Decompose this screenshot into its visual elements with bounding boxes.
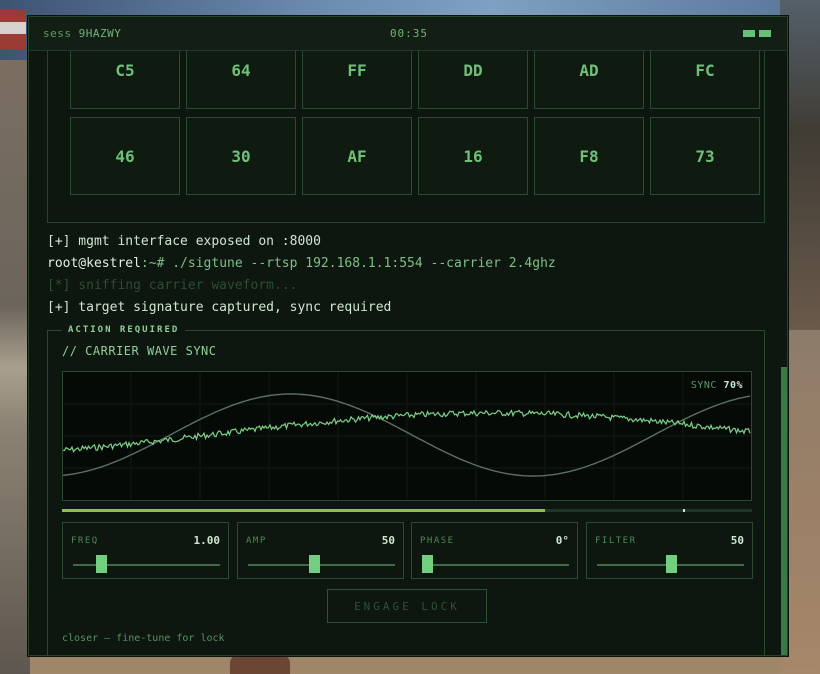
- terminal-window: sess 9HAZWY 00:35 C5 64 FF DD AD FC 46 30 AF 16 F8…: [28, 16, 788, 656]
- window-controls: [743, 30, 771, 37]
- control-label: PHASE: [420, 536, 455, 546]
- slider-thumb[interactable]: [666, 555, 677, 573]
- engage-lock-button[interactable]: ENGAGE LOCK: [327, 589, 487, 623]
- waveform-graph: [63, 372, 751, 500]
- shell-prompt: root@kestrel: [47, 256, 141, 271]
- control-value: 1.00: [193, 534, 221, 547]
- hex-cell[interactable]: 16: [418, 117, 528, 195]
- minimize-button[interactable]: [743, 30, 755, 37]
- hex-cell[interactable]: AF: [302, 117, 412, 195]
- slider-track[interactable]: [248, 564, 395, 566]
- control-label: AMP: [246, 536, 267, 546]
- terminal-content: C5 64 FF DD AD FC 46 30 AF 16 F8 73 [+] mgmt interf…: [29, 51, 779, 655]
- log-line: [+] mgmt interface exposed on :8000: [47, 234, 321, 249]
- action-legend: ACTION REQUIRED: [62, 325, 186, 335]
- session-prefix: sess: [43, 27, 72, 40]
- session-id: 9HAZWY: [78, 27, 122, 40]
- control-phase: PHASE 0°: [411, 522, 578, 579]
- slider-track[interactable]: [422, 564, 569, 566]
- sync-readout: SYNC 70%: [691, 380, 743, 391]
- control-value: 50: [381, 534, 395, 547]
- hex-cell[interactable]: 73: [650, 117, 760, 195]
- control-value: 50: [730, 534, 744, 547]
- background-figure: [230, 655, 290, 674]
- control-amp: AMP 50: [237, 522, 404, 579]
- sync-progress-fill: [62, 509, 545, 512]
- control-label: FILTER: [595, 536, 637, 546]
- background-sign-stripe: [0, 22, 26, 34]
- maximize-button[interactable]: [759, 30, 771, 37]
- hint-text: closer — fine-tune for lock: [62, 633, 225, 644]
- slider-thumb[interactable]: [308, 555, 320, 573]
- sync-label: SYNC: [690, 380, 717, 391]
- hex-cell[interactable]: 64: [186, 51, 296, 109]
- control-label: FREQ: [71, 536, 99, 546]
- shell-command: :~# ./sigtune --rtsp 192.168.1.1:554 --c…: [140, 256, 556, 271]
- hex-cell[interactable]: C5: [70, 51, 180, 109]
- background-left-scene: [0, 60, 30, 674]
- session-timer: 00:35: [389, 27, 429, 40]
- hex-cell[interactable]: FF: [302, 51, 412, 109]
- slider-thumb[interactable]: [96, 555, 108, 573]
- session-label: sess 9HAZWY: [43, 27, 121, 40]
- title-bar[interactable]: sess 9HAZWY 00:35: [29, 17, 787, 51]
- hex-cell[interactable]: 30: [186, 117, 296, 195]
- hex-cell[interactable]: F8: [534, 117, 644, 195]
- log-line-command: root@kestrel:~# ./sigtune --rtsp 192.168…: [47, 256, 767, 271]
- minigame-title: // CARRIER WAVE SYNC: [62, 344, 217, 358]
- hex-grid-panel: C5 64 FF DD AD FC 46 30 AF 16 F8 73: [47, 51, 765, 223]
- log-line: [+] target signature captured, sync requ…: [47, 300, 392, 315]
- control-filter: FILTER 50: [586, 522, 753, 579]
- sync-progress-bar: [62, 509, 752, 512]
- log-line: [*] sniffing carrier waveform...: [47, 278, 298, 293]
- action-required-panel: ACTION REQUIRED // CARRIER WAVE SYNC SYN…: [47, 325, 765, 655]
- control-freq: FREQ 1.00: [62, 522, 229, 579]
- slider-thumb[interactable]: [422, 555, 433, 573]
- sync-progress-marker: [683, 509, 685, 512]
- hex-cell[interactable]: 46: [70, 117, 180, 195]
- slider-track[interactable]: [73, 564, 220, 566]
- control-value: 0°: [555, 534, 569, 547]
- sync-value: 70%: [723, 380, 743, 391]
- waveform-scope: SYNC 70%: [62, 371, 752, 501]
- hex-cell[interactable]: FC: [650, 51, 760, 109]
- hex-cell[interactable]: DD: [418, 51, 528, 109]
- hex-cell[interactable]: AD: [534, 51, 644, 109]
- scrollbar-thumb[interactable]: [781, 367, 787, 655]
